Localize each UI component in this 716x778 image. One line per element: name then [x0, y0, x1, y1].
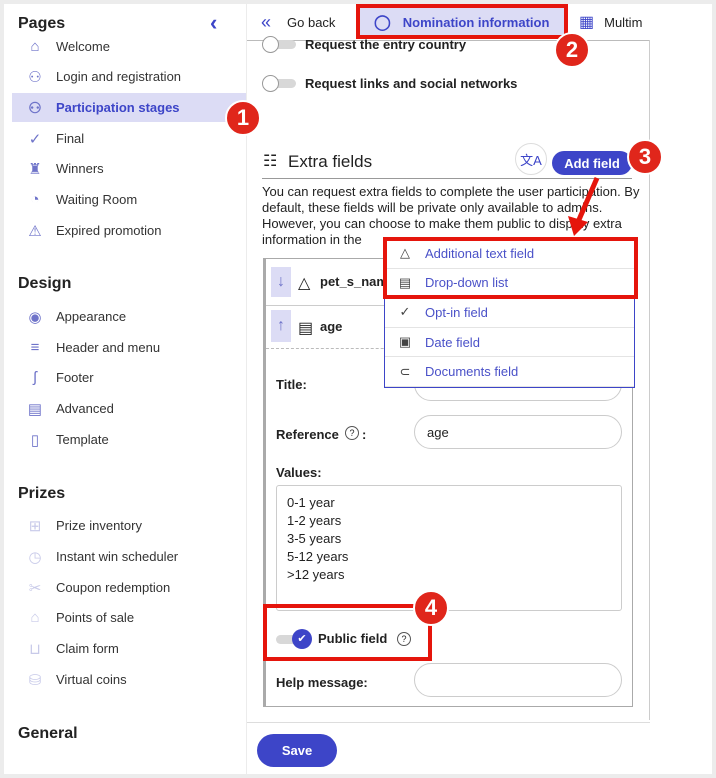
annotation-badge: 2	[554, 32, 590, 68]
annotation-badge: 4	[413, 590, 449, 626]
annotation-badge: 3	[627, 139, 663, 175]
annotation-arrow	[568, 177, 600, 236]
annotation-badge: 1	[225, 100, 261, 136]
